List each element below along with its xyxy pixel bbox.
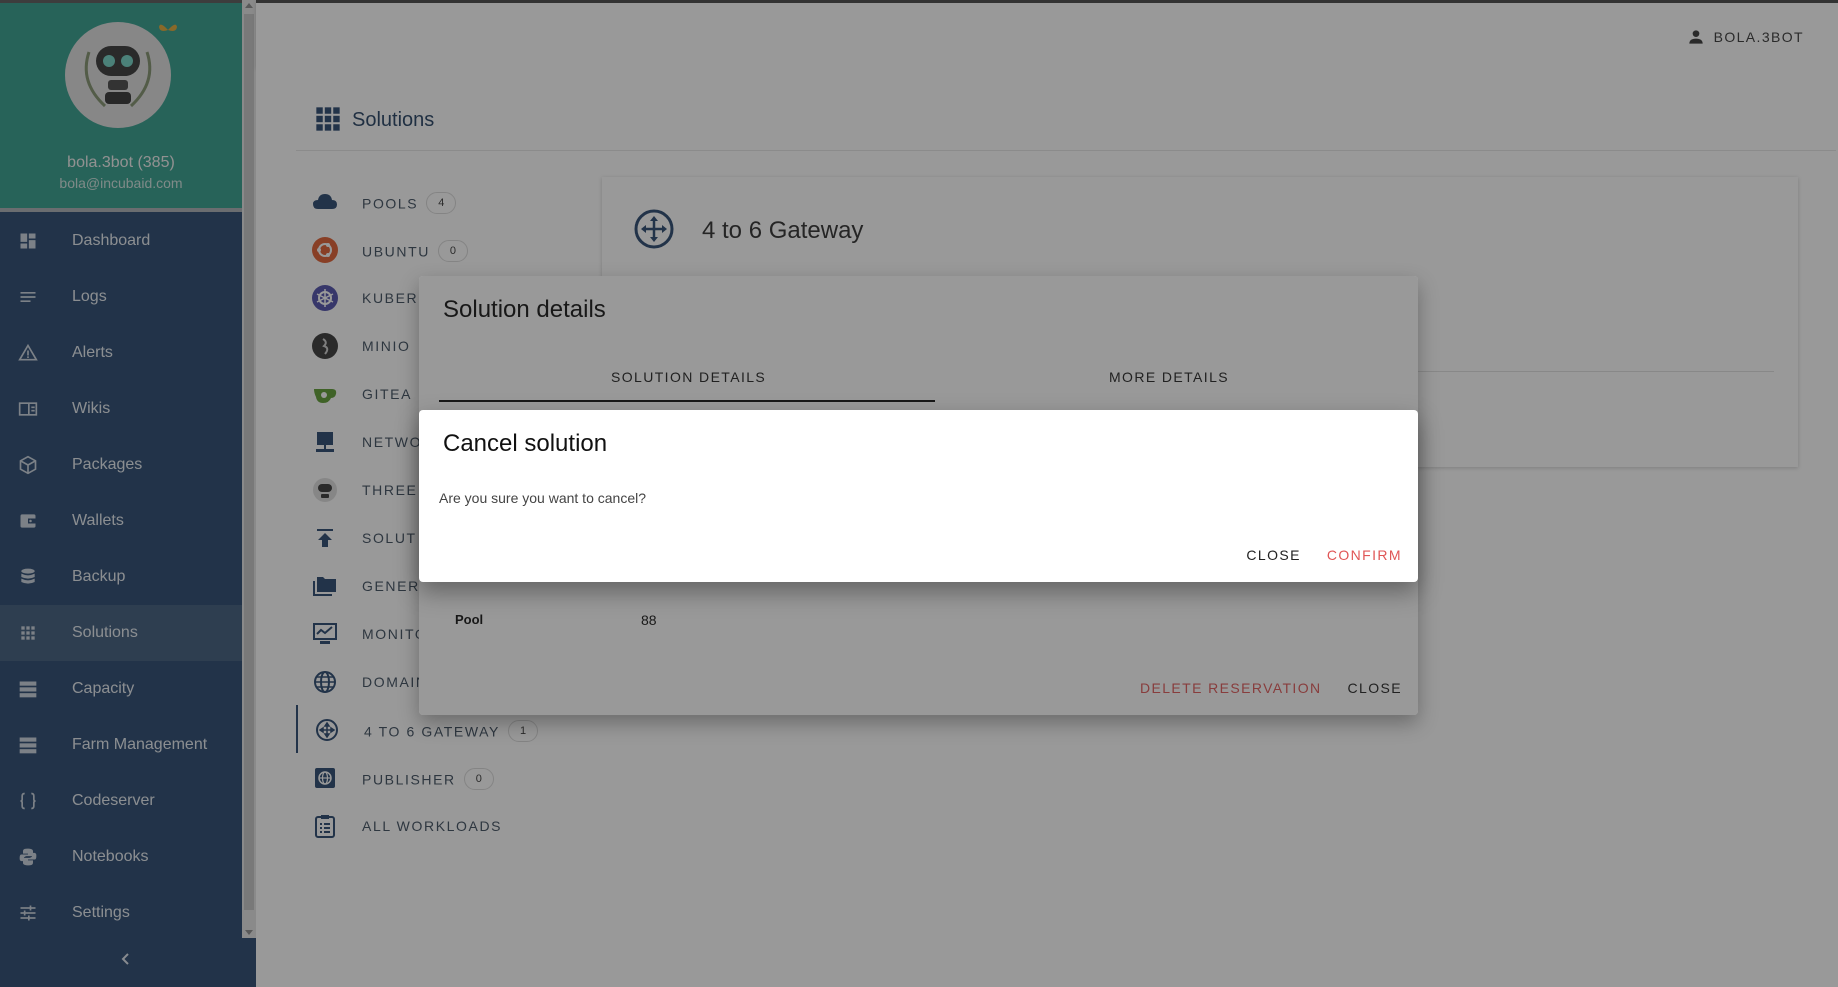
- dialog-message: Are you sure you want to cancel?: [439, 490, 647, 506]
- cancel-solution-dialog: Cancel solution Are you sure you want to…: [419, 410, 1418, 582]
- dialog-actions: CLOSE CONFIRM: [1246, 547, 1402, 563]
- close-button[interactable]: CLOSE: [1246, 547, 1300, 563]
- confirm-button[interactable]: CONFIRM: [1327, 547, 1402, 563]
- dialog-title: Cancel solution: [443, 430, 608, 457]
